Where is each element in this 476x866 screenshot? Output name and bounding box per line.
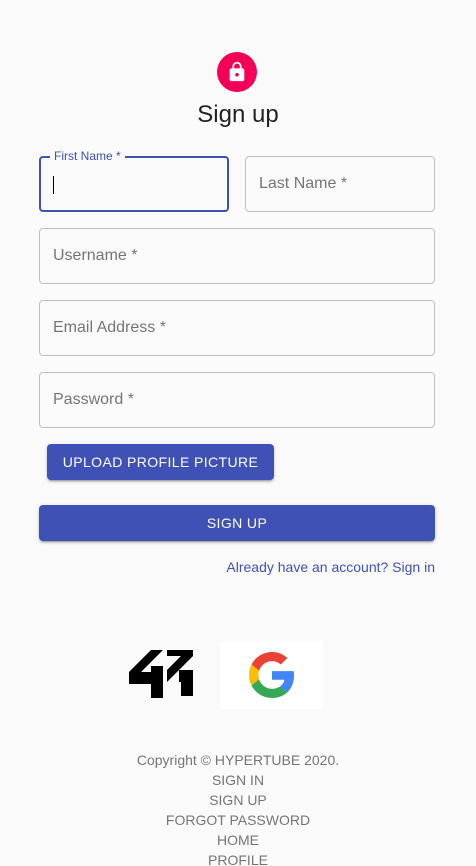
lock-icon [229, 61, 245, 82]
google-logo-icon [248, 652, 294, 698]
email-field[interactable]: Email Address * [39, 300, 435, 356]
upload-profile-picture-button[interactable]: UPLOAD PROFILE PICTURE [47, 444, 274, 480]
42-logo-icon [129, 650, 193, 698]
footer-link-forgot-password[interactable]: FORGOT PASSWORD [0, 810, 476, 830]
signup-page: Sign up First Name * Last Name * Usernam… [0, 0, 476, 866]
footer: Copyright © HYPERTUBE 2020. SIGN IN SIGN… [0, 750, 476, 866]
footer-link-sign-in[interactable]: SIGN IN [0, 770, 476, 790]
sign-up-button[interactable]: SIGN UP [39, 505, 435, 541]
text-caret [53, 176, 54, 194]
avatar [217, 52, 257, 92]
page-title: Sign up [197, 101, 279, 128]
first-name-field[interactable]: First Name * [39, 149, 229, 212]
last-name-label: Last Name * [259, 175, 348, 192]
footer-link-home[interactable]: HOME [0, 830, 476, 850]
sign-in-link[interactable]: Already have an account? Sign in [226, 558, 435, 576]
first-name-label: First Name * [50, 149, 125, 163]
copyright-text: Copyright © HYPERTUBE 2020. [136, 752, 340, 768]
sign-up-button-label: SIGN UP [206, 515, 268, 531]
upload-button-label: UPLOAD PROFILE PICTURE [62, 454, 259, 470]
footer-link-profile[interactable]: PROFILE [0, 850, 476, 866]
42-login-button[interactable] [127, 650, 195, 698]
last-name-field[interactable]: Last Name * [245, 156, 435, 212]
email-label: Email Address * [53, 319, 166, 336]
password-field[interactable]: Password * [39, 372, 435, 428]
username-field[interactable]: Username * [39, 228, 435, 284]
footer-link-sign-up[interactable]: SIGN UP [0, 790, 476, 810]
google-login-button[interactable] [220, 641, 323, 709]
password-label: Password * [53, 391, 134, 408]
username-label: Username * [53, 247, 138, 264]
